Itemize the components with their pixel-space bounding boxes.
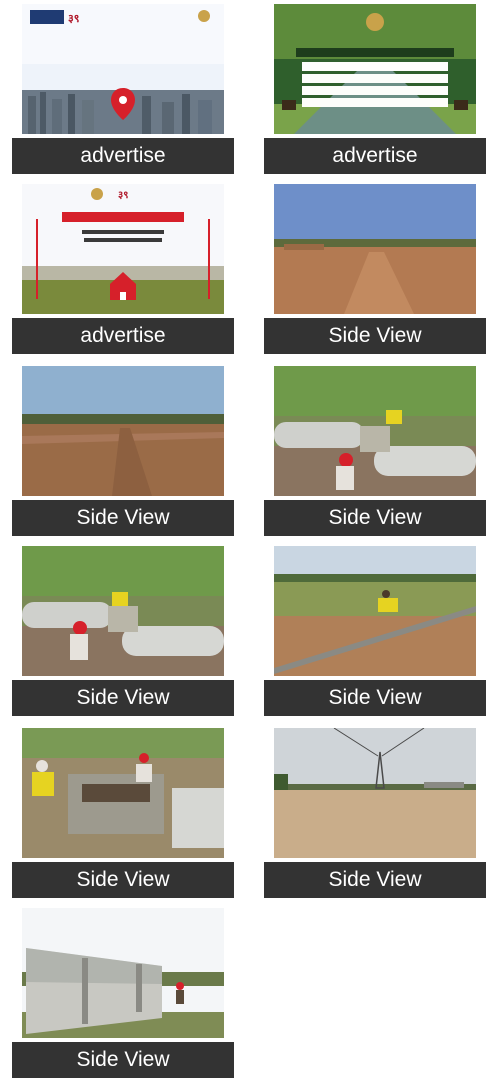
gallery-caption: Side View	[12, 862, 234, 898]
gallery-caption: advertise	[12, 138, 234, 174]
gallery-caption: Side View	[12, 500, 234, 536]
gallery-caption: Side View	[264, 862, 486, 898]
side-view-photo[interactable]	[274, 366, 476, 496]
gallery-card-advertise-1[interactable]: ३९ advertise	[12, 4, 234, 174]
side-view-photo[interactable]	[22, 908, 224, 1038]
gallery-card-side-view-6[interactable]: Side View	[12, 728, 234, 898]
gallery-card-side-view-3[interactable]: Side View	[264, 366, 486, 536]
side-view-photo[interactable]	[274, 184, 476, 314]
svg-text:३९: ३९	[118, 190, 128, 201]
gallery-card-side-view-2[interactable]: Side View	[12, 366, 234, 536]
photo-gallery: ३९ advertise advertise ३९ advertise Side…	[0, 0, 496, 1078]
gallery-caption: Side View	[264, 680, 486, 716]
svg-text:३९: ३९	[68, 12, 80, 25]
advertise-image-dream-investment[interactable]: ३९	[22, 184, 224, 314]
gallery-card-side-view-4[interactable]: Side View	[12, 546, 234, 716]
gallery-caption: Side View	[264, 500, 486, 536]
gallery-card-side-view-1[interactable]: Side View	[264, 184, 486, 354]
advertise-image-perfect-place[interactable]: ३९	[22, 4, 224, 134]
gallery-caption: Side View	[264, 318, 486, 354]
gallery-card-side-view-7[interactable]: Side View	[264, 728, 486, 898]
side-view-photo[interactable]	[274, 546, 476, 676]
side-view-photo[interactable]	[22, 728, 224, 858]
gallery-caption: advertise	[264, 138, 486, 174]
gallery-caption: advertise	[12, 318, 234, 354]
gallery-card-advertise-2[interactable]: advertise	[264, 4, 486, 174]
gallery-card-side-view-5[interactable]: Side View	[264, 546, 486, 716]
side-view-photo[interactable]	[274, 728, 476, 858]
gallery-caption: Side View	[12, 680, 234, 716]
gallery-caption: Side View	[12, 1042, 234, 1078]
side-view-photo[interactable]	[22, 366, 224, 496]
advertise-image-why-invest[interactable]	[274, 4, 476, 134]
gallery-card-side-view-8[interactable]: Side View	[12, 908, 234, 1078]
side-view-photo[interactable]	[22, 546, 224, 676]
gallery-card-advertise-3[interactable]: ३९ advertise	[12, 184, 234, 354]
